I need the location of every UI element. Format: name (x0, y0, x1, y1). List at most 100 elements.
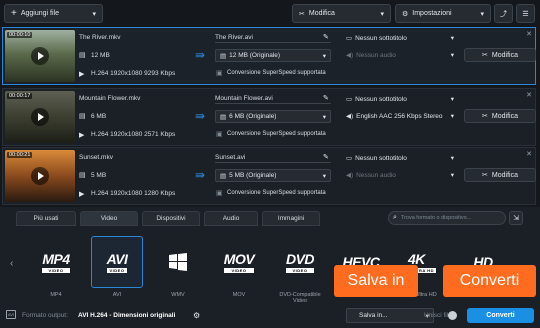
import-format-button[interactable]: ⇲ (509, 211, 523, 225)
audio-dropdown[interactable]: ◀) Nessun audio ▾ (341, 48, 459, 62)
merge-toggle[interactable] (448, 311, 457, 320)
chevron-down-icon: ▾ (92, 10, 96, 18)
arrow-right-icon: ⇛ (195, 48, 206, 62)
format-logo-text: MOV (223, 251, 255, 267)
subtitle-label: Nessun sottotitolo (355, 154, 407, 162)
gear-icon[interactable]: ⚙ (193, 311, 200, 320)
edit-button[interactable]: ✂ Modifica ▾ (292, 4, 391, 23)
format-tab[interactable]: Immagini (262, 211, 320, 226)
row-edit-button[interactable]: ✂ Modifica (464, 168, 536, 182)
format-tab[interactable]: Più usati (16, 211, 76, 226)
subtitle-label: Nessun sottotitolo (355, 34, 407, 42)
import-icon: ⇲ (513, 215, 519, 222)
settings-button[interactable]: ⚙ Impostazioni ▾ (395, 4, 491, 23)
windows-logo-icon (169, 253, 187, 271)
output-size-dropdown[interactable]: ▤ 6 MB (Originale) ▾ (215, 110, 331, 123)
video-icon: ▶ (79, 132, 85, 139)
format-tab[interactable]: Video (80, 211, 138, 226)
superspeed-label: Conversione SuperSpeed supportata (227, 70, 326, 76)
format-search-input[interactable]: ⌕ Trova formato o dispositivo... (388, 211, 506, 225)
audio-dropdown[interactable]: ◀) Nessun audio ▾ (341, 168, 459, 182)
output-size-label: 12 MB (Originale) (229, 52, 281, 59)
settings-label: Impostazioni (412, 10, 452, 17)
scissors-icon: ✂ (482, 172, 488, 179)
chevron-down-icon: ▾ (450, 172, 454, 179)
output-format-value: AVI H.264 - Dimensioni originali (78, 312, 176, 319)
convert-button[interactable]: Converti (467, 308, 534, 323)
close-icon[interactable]: ✕ (526, 91, 532, 99)
subtitle-dropdown[interactable]: ▭ Nessun sottotitolo ▾ (341, 151, 459, 165)
format-logo-text: MP4 (42, 251, 70, 267)
close-icon[interactable]: ✕ (526, 150, 532, 158)
speaker-icon: ◀) (346, 52, 354, 59)
output-size-dropdown[interactable]: ▤ 5 MB (Originale) ▾ (215, 169, 331, 182)
play-icon[interactable] (31, 167, 49, 185)
pencil-icon[interactable]: ✎ (323, 94, 329, 102)
play-icon[interactable] (31, 47, 49, 65)
format-logo-subtext: VIDEO (223, 268, 255, 273)
menu-button[interactable]: ☰ (516, 4, 535, 23)
chevron-down-icon: ▾ (322, 113, 326, 121)
source-codec-info: H.264 1920x1080 1280 Kbps (91, 190, 176, 197)
format-tile[interactable]: MP4 VIDEO (30, 236, 82, 288)
video-thumbnail[interactable]: 00:00:21 (5, 150, 75, 202)
play-icon[interactable] (31, 108, 49, 126)
pencil-icon[interactable]: ✎ (323, 33, 329, 41)
audio-dropdown[interactable]: ◀) English AAC 256 Kbps Stereo ▾ (341, 109, 459, 123)
search-placeholder: Trova formato o dispositivo... (400, 215, 472, 221)
format-tile[interactable]: AVI VIDEO (91, 236, 143, 288)
save-in-dropdown[interactable]: Salva in... ▾ (346, 308, 434, 323)
audio-label: English AAC 256 Kbps Stereo (356, 112, 443, 120)
format-tab[interactable]: Dispositivi (142, 211, 200, 226)
video-thumbnail[interactable]: 00:00:10 (5, 30, 75, 82)
file-icon: ▤ (220, 172, 227, 180)
output-format-icon: AVI (6, 310, 16, 319)
format-tile[interactable]: DVD VIDEO (274, 236, 326, 288)
format-label: DVD-Compatible Video (279, 292, 321, 304)
format-logo: MOV VIDEO (223, 251, 255, 273)
superspeed-icon: ▣ (216, 190, 223, 197)
format-label: MP4 (50, 292, 62, 298)
subtitle-icon: ▭ (346, 96, 353, 103)
source-file-size: 5 MB (91, 172, 107, 179)
source-file-name: Mountain Flower.mkv (79, 95, 141, 102)
audio-label: Nessun audio (356, 171, 396, 179)
output-file-name: Mountain Flower.avi (215, 95, 273, 102)
subtitle-dropdown[interactable]: ▭ Nessun sottotitolo ▾ (341, 31, 459, 45)
save-in-label: Salva in... (359, 312, 388, 319)
convert-callout-label: Converti (459, 272, 520, 289)
format-tile[interactable]: MOV VIDEO (213, 236, 265, 288)
output-size-dropdown[interactable]: ▤ 12 MB (Originale) ▾ (215, 49, 331, 62)
file-row[interactable]: 00:00:10 The River.mkv ▤ 12 MB ▶ H.264 1… (2, 27, 536, 85)
arrow-right-icon: ⇛ (195, 168, 206, 182)
format-tab[interactable]: Audio (204, 211, 258, 226)
audio-label: Nessun audio (356, 51, 396, 59)
file-row[interactable]: 00:00:17 Mountain Flower.mkv ▤ 6 MB ▶ H.… (2, 88, 536, 146)
chevron-down-icon: ▾ (480, 10, 484, 18)
format-logo-subtext: VIDEO (285, 268, 315, 273)
scroll-left-arrow[interactable]: ‹ (10, 258, 13, 269)
chevron-down-icon: ▾ (450, 96, 454, 103)
row-edit-label: Modifica (491, 171, 518, 179)
format-logo-subtext: VIDEO (42, 268, 70, 273)
file-row[interactable]: 00:00:21 Sunset.mkv ▤ 5 MB ▶ H.264 1920x… (2, 147, 536, 205)
speaker-icon: ◀) (346, 172, 354, 179)
close-icon[interactable]: ✕ (526, 30, 532, 38)
share-button[interactable]: ⤴ (494, 4, 513, 23)
output-format-label: Formato output: (22, 312, 68, 319)
chevron-down-icon: ▾ (450, 35, 454, 42)
search-icon: ⌕ (393, 214, 397, 221)
subtitle-icon: ▭ (346, 35, 353, 42)
format-tile[interactable] (152, 236, 204, 288)
row-edit-label: Modifica (491, 51, 518, 59)
subtitle-dropdown[interactable]: ▭ Nessun sottotitolo ▾ (341, 92, 459, 106)
row-edit-button[interactable]: ✂ Modifica (464, 48, 536, 62)
video-icon: ▶ (79, 191, 85, 198)
video-thumbnail[interactable]: 00:00:17 (5, 91, 75, 143)
row-edit-button[interactable]: ✂ Modifica (464, 109, 536, 123)
pencil-icon[interactable]: ✎ (323, 153, 329, 161)
duration-badge: 00:00:21 (7, 152, 33, 158)
file-icon: ▤ (79, 52, 86, 59)
format-logo-text: DVD (285, 251, 315, 267)
add-files-button[interactable]: + Aggiungi file ▾ (4, 4, 103, 23)
